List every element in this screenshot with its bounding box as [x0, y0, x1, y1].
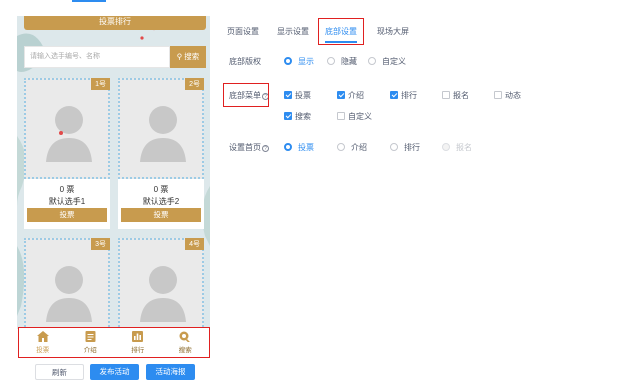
search-button-label: 搜索: [184, 52, 200, 61]
homepage-option-ranking[interactable]: 排行: [390, 142, 420, 153]
bottom-menu-preview: 投票 介绍 排行 搜索: [18, 327, 210, 358]
radio-icon: [284, 57, 292, 65]
nav-item-intro[interactable]: 介绍: [67, 328, 115, 357]
contestant-photo: [118, 78, 204, 179]
publish-activity-button[interactable]: 发布活动: [90, 364, 139, 380]
preview-actions: 刷新 发布活动 活动海报: [0, 364, 220, 380]
document-icon: [85, 331, 96, 342]
checkbox-icon: [494, 91, 502, 99]
copyright-option-show[interactable]: 显示: [284, 56, 314, 67]
menu-checkbox-vote[interactable]: 投票: [284, 90, 311, 101]
checkbox-label: 自定义: [348, 112, 372, 121]
vote-button[interactable]: 投票: [121, 208, 201, 222]
nav-label: 搜索: [178, 347, 192, 354]
radio-label: 投票: [298, 143, 314, 152]
nav-label: 排行: [131, 347, 145, 354]
checkbox-icon: [284, 91, 292, 99]
nav-item-search[interactable]: 搜索: [162, 328, 210, 357]
radio-label: 排行: [404, 143, 420, 152]
help-icon[interactable]: ?: [262, 145, 269, 152]
homepage-option-vote[interactable]: 投票: [284, 142, 314, 153]
refresh-button[interactable]: 刷新: [35, 364, 84, 380]
checkbox-icon: [442, 91, 450, 99]
active-page-indicator: [72, 0, 106, 2]
search-bar: 请输入选手编号、名称 ⚲ 搜索: [24, 46, 206, 68]
contestant-number: 2号: [185, 78, 204, 90]
menu-checkbox-intro[interactable]: 介绍: [337, 90, 364, 101]
radio-icon: [284, 143, 292, 151]
activity-poster-button[interactable]: 活动海报: [146, 364, 195, 380]
copyright-option-custom[interactable]: 自定义: [368, 56, 406, 67]
contestant-card[interactable]: 3号: [24, 238, 110, 329]
radio-label: 隐藏: [341, 57, 357, 66]
search-icon: [179, 331, 191, 342]
radio-icon: [327, 57, 335, 65]
radio-icon: [442, 143, 450, 151]
checkbox-label: 动态: [505, 91, 521, 100]
menu-checkbox-news[interactable]: 动态: [494, 90, 521, 101]
menu-checkbox-ranking[interactable]: 排行: [390, 90, 417, 101]
home-icon: [36, 331, 49, 342]
radio-label: 显示: [298, 57, 314, 66]
avatar-placeholder-icon: [140, 266, 186, 322]
contestant-photo: [24, 78, 110, 179]
checkbox-label: 排行: [401, 91, 417, 100]
contestant-number: 1号: [91, 78, 110, 90]
search-icon: ⚲: [176, 52, 183, 61]
radio-icon: [390, 143, 398, 151]
homepage-option-intro[interactable]: 介绍: [337, 142, 367, 153]
contestant-photo: [118, 238, 204, 329]
bottom-menu-label-highlight: [223, 83, 269, 107]
menu-checkbox-custom[interactable]: 自定义: [337, 111, 372, 122]
contestant-name: 默认选手1: [48, 197, 86, 206]
checkbox-label: 报名: [453, 91, 469, 100]
contestant-photo: [24, 238, 110, 329]
copyright-option-hide[interactable]: 隐藏: [327, 56, 357, 67]
contestant-number: 4号: [185, 238, 204, 250]
vote-button[interactable]: 投票: [27, 208, 107, 222]
avatar-placeholder-icon: [140, 106, 186, 162]
nav-label: 投票: [36, 347, 50, 354]
tab-page-settings[interactable]: 页面设置: [227, 20, 259, 44]
copyright-label: 底部版权: [229, 57, 261, 66]
vote-count: 0 票: [153, 185, 169, 194]
contestant-card[interactable]: 2号 0 票 默认选手2 投票: [118, 78, 204, 229]
radio-icon: [337, 143, 345, 151]
avatar-placeholder-icon: [46, 106, 92, 162]
contestant-name: 默认选手2: [142, 197, 180, 206]
radio-label: 自定义: [382, 57, 406, 66]
contestant-card[interactable]: 4号: [118, 238, 204, 329]
radio-label: 报名: [456, 143, 472, 152]
search-button[interactable]: ⚲ 搜索: [170, 46, 206, 68]
checkbox-icon: [337, 112, 345, 120]
avatar-placeholder-icon: [46, 266, 92, 322]
active-tab-highlight: [318, 18, 364, 45]
checkbox-icon: [284, 112, 292, 120]
checkbox-icon: [337, 91, 345, 99]
mobile-preview: 投票排行 请输入选手编号、名称 ⚲ 搜索 1号 0 票 默认选手1 投票 2号: [17, 16, 210, 329]
nav-label: 介绍: [83, 347, 97, 354]
checkbox-icon: [390, 91, 398, 99]
tab-live-screen[interactable]: 现场大屏: [377, 20, 409, 44]
nav-item-ranking[interactable]: 排行: [114, 328, 162, 357]
menu-checkbox-signup[interactable]: 报名: [442, 90, 469, 101]
checkbox-label: 投票: [295, 91, 311, 100]
homepage-option-signup: 报名: [442, 142, 472, 153]
radio-icon: [368, 57, 376, 65]
checkbox-label: 搜索: [295, 112, 311, 121]
checkbox-label: 介绍: [348, 91, 364, 100]
contestant-card[interactable]: 1号 0 票 默认选手1 投票: [24, 78, 110, 229]
bar-chart-icon: [132, 331, 144, 342]
vote-count: 0 票: [59, 185, 75, 194]
radio-label: 介绍: [351, 143, 367, 152]
search-input[interactable]: 请输入选手编号、名称: [24, 46, 170, 68]
nav-item-vote[interactable]: 投票: [19, 328, 67, 357]
tab-display-settings[interactable]: 显示设置: [277, 20, 309, 44]
ranking-banner[interactable]: 投票排行: [24, 16, 206, 30]
menu-checkbox-search[interactable]: 搜索: [284, 111, 311, 122]
homepage-label-text: 设置首页: [229, 143, 261, 152]
contestant-number: 3号: [91, 238, 110, 250]
homepage-label: 设置首页?: [229, 142, 269, 153]
